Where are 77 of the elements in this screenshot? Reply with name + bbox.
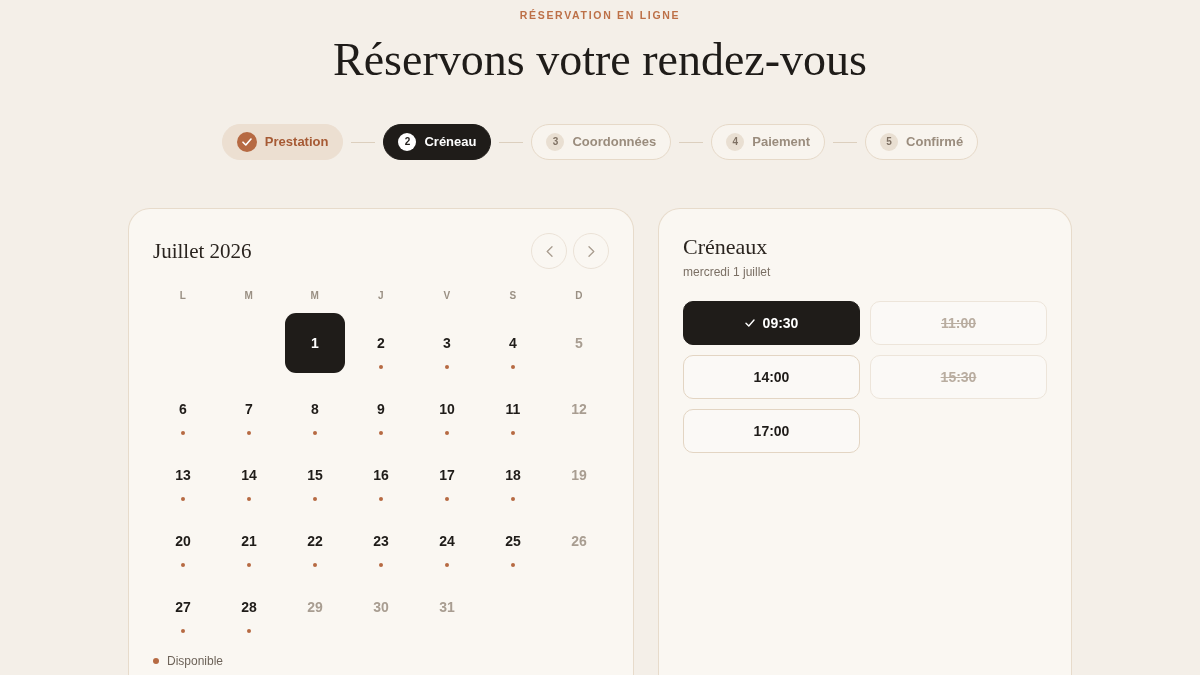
weekday-label: M	[243, 290, 255, 302]
date-button[interactable]: 13	[153, 445, 213, 505]
date-button[interactable]: 1	[285, 313, 345, 373]
availability-dot-icon	[511, 563, 515, 567]
availability-dot-icon	[379, 365, 383, 369]
date-button[interactable]: 27	[153, 577, 213, 637]
step-label: Prestation	[264, 134, 329, 150]
weekday-label: D	[574, 290, 584, 302]
check-icon	[236, 132, 257, 152]
step-label: Paiement	[752, 134, 811, 150]
page-title: Réservons votre rendez-vous	[333, 34, 867, 86]
availability-dot-icon	[511, 431, 515, 435]
legend-dot-icon	[153, 658, 159, 664]
weekday-label: V	[442, 290, 452, 302]
date-button[interactable]: 6	[153, 379, 213, 439]
availability-dot-icon	[445, 431, 449, 435]
weekday-label: J	[376, 290, 386, 302]
date-button[interactable]: 17	[417, 445, 477, 505]
availability-dot-icon	[511, 497, 515, 501]
date-button[interactable]: 21	[219, 511, 279, 571]
availability-dot-icon	[445, 563, 449, 567]
date-button[interactable]: 4	[483, 313, 543, 373]
check-icon	[744, 319, 755, 327]
month-title: Juillet 2026	[153, 238, 252, 264]
date-button[interactable]: 25	[483, 511, 543, 571]
availability-dot-icon	[313, 563, 317, 567]
chevron-left-icon	[545, 245, 553, 257]
date-button[interactable]: 10	[417, 379, 477, 439]
time-slot-button[interactable]: 09:30	[683, 301, 860, 345]
date-button[interactable]: 18	[483, 445, 543, 505]
availability-dot-icon	[379, 563, 383, 567]
date-button[interactable]: 28	[219, 577, 279, 637]
availability-dot-icon	[445, 365, 449, 369]
panel-title: Créneaux	[683, 233, 769, 261]
eyebrow-text: RÉSERVATION EN LIGNE	[519, 8, 681, 22]
time-slot-button[interactable]: 14:00	[683, 355, 860, 399]
date-button[interactable]: 20	[153, 511, 213, 571]
date-button[interactable]: 15	[285, 445, 345, 505]
date-button[interactable]: 11	[483, 379, 543, 439]
availability-dot-icon	[181, 431, 185, 435]
availability-dot-icon	[181, 563, 185, 567]
availability-dot-icon	[313, 431, 317, 435]
chevron-right-icon	[587, 245, 595, 257]
availability-dot-icon	[181, 497, 185, 501]
date-button[interactable]: 16	[351, 445, 411, 505]
availability-dot-icon	[247, 563, 251, 567]
availability-dot-icon	[247, 629, 251, 633]
time-slot-button[interactable]: 17:00	[683, 409, 860, 453]
weekday-label: M	[309, 290, 321, 302]
availability-dot-icon	[181, 629, 185, 633]
weekday-label: L	[178, 290, 188, 302]
step-number: 5	[880, 133, 899, 151]
availability-dot-icon	[313, 497, 317, 501]
date-button[interactable]: 9	[351, 379, 411, 439]
date-button[interactable]: 7	[219, 379, 279, 439]
date-button[interactable]: 22	[285, 511, 345, 571]
availability-dot-icon	[379, 431, 383, 435]
step-label: Créneau	[424, 134, 477, 150]
availability-dot-icon	[247, 497, 251, 501]
availability-dot-icon	[445, 497, 449, 501]
date-button[interactable]: 14	[219, 445, 279, 505]
step-label: Confirmé	[906, 134, 964, 150]
step-number: 2	[398, 133, 417, 151]
date-button[interactable]: 3	[417, 313, 477, 373]
date-button[interactable]: 23	[351, 511, 411, 571]
availability-dot-icon	[511, 365, 515, 369]
date-button[interactable]: 24	[417, 511, 477, 571]
date-button[interactable]: 2	[351, 313, 411, 373]
step-label: Coordonnées	[572, 134, 657, 150]
availability-dot-icon	[247, 431, 251, 435]
weekday-label: S	[508, 290, 518, 302]
step-number: 4	[726, 133, 745, 151]
legend-label: Disponible	[167, 653, 224, 669]
date-subtitle: mercredi 1 juillet	[683, 264, 772, 280]
date-button[interactable]: 8	[285, 379, 345, 439]
availability-dot-icon	[379, 497, 383, 501]
step-number: 3	[546, 133, 565, 151]
